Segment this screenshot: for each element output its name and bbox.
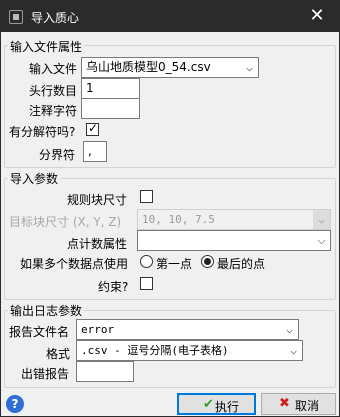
execute-label: 执行 [215, 400, 240, 414]
import-params-title: 导入参数 [8, 170, 61, 187]
chevron-down-icon[interactable]: ⌵ [285, 341, 302, 360]
radio-selected-dot [204, 258, 211, 265]
output-log-title: 输出日志参数 [8, 302, 85, 319]
multi-points-label: 如果多个数据点使用 [20, 257, 129, 271]
delimiter-label: 分界符 [39, 148, 76, 162]
regular-block-checkbox[interactable] [140, 190, 153, 203]
comment-char-label: 注释字符 [29, 104, 78, 118]
execute-button[interactable]: ✔ 执行 [177, 393, 256, 415]
point-count-label: 点计数属性 [67, 237, 128, 251]
input-file-value: 乌山地质模型0_54.csv [86, 60, 211, 74]
header-rows-label: 头行数目 [29, 84, 78, 98]
dialog-title: 导入质心 [31, 11, 80, 25]
chevron-down-icon[interactable]: ⌵ [313, 231, 330, 250]
help-icon[interactable]: ? [6, 395, 24, 413]
cancel-label: 取消 [295, 399, 320, 413]
format-value: .csv - 逗号分隔(电子表格) [81, 344, 229, 357]
radio-last-point[interactable] [201, 255, 214, 268]
regular-block-label: 规则块尺寸 [67, 193, 128, 207]
checkmark-icon: ✓ [88, 121, 99, 135]
report-file-select[interactable]: error ⌵ [76, 319, 299, 340]
has-delimiter-label: 有分解符吗? [9, 125, 76, 139]
input-file-select[interactable]: 乌山地质模型0_54.csv ⌵ [81, 57, 259, 78]
import-centroid-dialog: 导入质心 ✕ 输入文件属性 输入文件 乌山地质模型0_54.csv ⌵ 头行数目… [0, 0, 340, 417]
radio-last-label: 最后的点 [217, 257, 266, 271]
has-delimiter-checkbox[interactable]: ✓ [86, 121, 99, 136]
header-rows-field[interactable]: 1 [81, 78, 140, 99]
chevron-down-icon[interactable]: ⌵ [241, 58, 258, 77]
error-report-field[interactable] [76, 361, 134, 382]
target-block-label: 目标块尺寸 (X, Y, Z) [9, 215, 122, 229]
target-block-select[interactable]: 10, 10, 7.5 ⌵ [137, 209, 331, 230]
target-block-value: 10, 10, 7.5 [142, 213, 215, 226]
input-file-label: 输入文件 [29, 62, 78, 76]
report-file-value: error [81, 323, 115, 336]
close-icon[interactable]: ✕ [295, 1, 339, 32]
title-bar: 导入质心 ✕ [1, 1, 339, 32]
radio-first-label: 第一点 [156, 257, 193, 271]
delimiter-field[interactable]: , [83, 141, 107, 162]
input-props-title: 输入文件属性 [8, 38, 85, 55]
cross-icon: ✖ [279, 396, 290, 411]
constrain-checkbox[interactable] [140, 277, 153, 290]
chevron-down-icon[interactable]: ⌵ [281, 320, 298, 339]
radio-first-point[interactable] [140, 255, 153, 268]
checkmark-icon: ✔ [203, 397, 214, 412]
format-label: 格式 [46, 347, 71, 361]
chevron-down-icon[interactable]: ⌵ [313, 210, 330, 229]
format-select[interactable]: .csv - 逗号分隔(电子表格) ⌵ [76, 340, 303, 361]
report-file-label: 报告文件名 [9, 325, 70, 339]
point-count-select[interactable]: ⌵ [137, 230, 331, 251]
constrain-label: 约束? [98, 280, 129, 294]
error-report-label: 出错报告 [21, 367, 70, 381]
app-icon [9, 10, 23, 24]
cancel-button[interactable]: ✖ 取消 [261, 393, 336, 415]
comment-char-field[interactable] [81, 98, 140, 119]
